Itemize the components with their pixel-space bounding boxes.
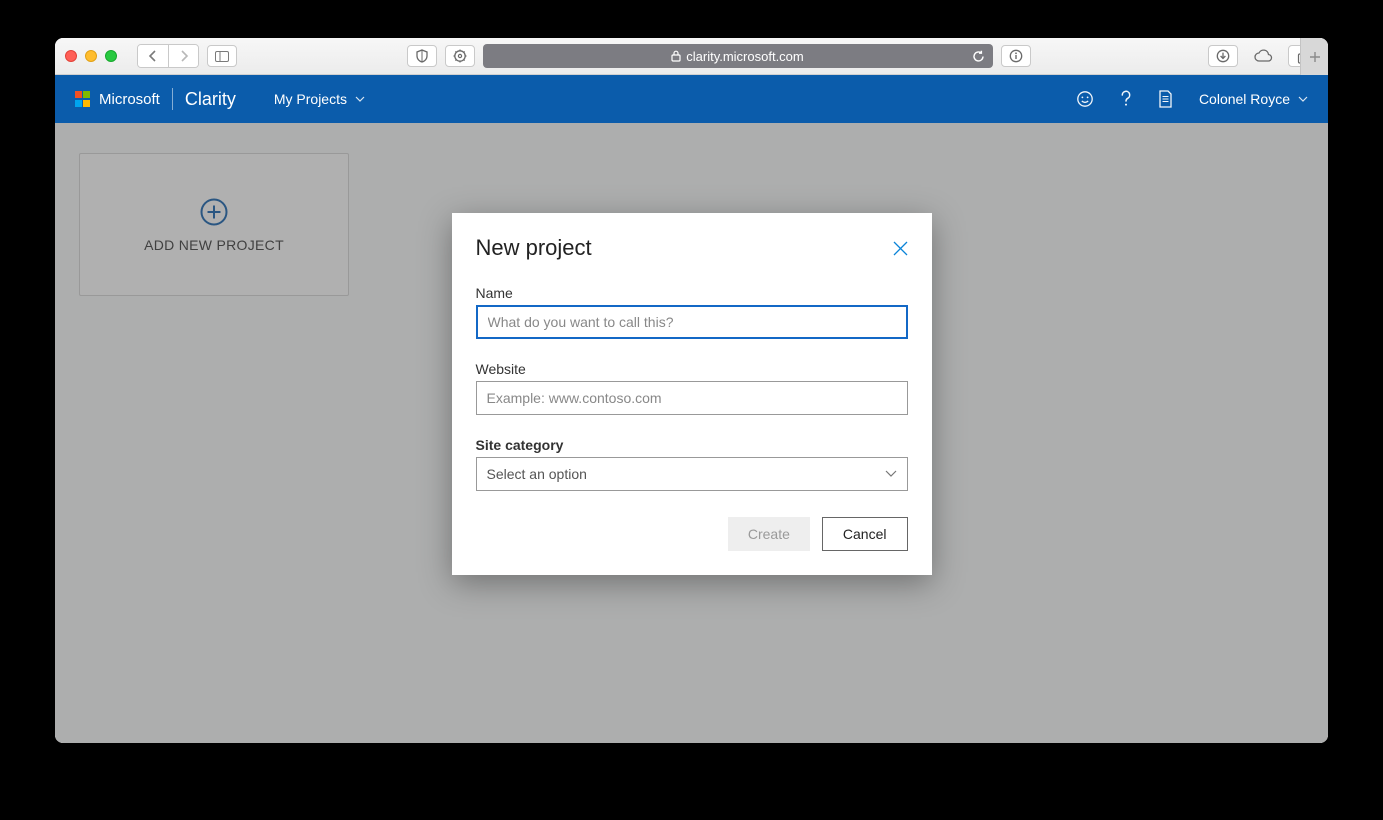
address-bar[interactable]: clarity.microsoft.com bbox=[483, 44, 993, 68]
new-project-modal: New project Name Website Site category S… bbox=[452, 213, 932, 575]
chevron-down-icon bbox=[355, 96, 365, 102]
app-header: Microsoft Clarity My Projects Colonel Ro… bbox=[55, 75, 1328, 123]
cloud-icon bbox=[1253, 49, 1273, 63]
my-projects-dropdown[interactable]: My Projects bbox=[274, 91, 365, 107]
user-menu[interactable]: Colonel Royce bbox=[1199, 91, 1308, 107]
back-button[interactable] bbox=[138, 45, 168, 67]
chevron-down-icon bbox=[885, 470, 897, 478]
question-icon bbox=[1120, 90, 1132, 108]
chevron-down-icon bbox=[1298, 96, 1308, 102]
microsoft-logo-icon bbox=[75, 91, 91, 107]
close-window-button[interactable] bbox=[65, 50, 77, 62]
sidebar-icon bbox=[215, 51, 229, 62]
lock-icon bbox=[671, 50, 681, 62]
help-button[interactable] bbox=[1120, 90, 1132, 108]
app-body: ADD NEW PROJECT New project Name Website… bbox=[55, 123, 1328, 743]
site-settings-button[interactable] bbox=[445, 45, 475, 67]
close-icon bbox=[893, 241, 908, 256]
website-input[interactable] bbox=[476, 381, 908, 415]
new-tab-button[interactable] bbox=[1300, 38, 1328, 75]
chevron-left-icon bbox=[148, 50, 158, 62]
create-button[interactable]: Create bbox=[728, 517, 810, 551]
modal-header: New project bbox=[476, 235, 908, 261]
cancel-button[interactable]: Cancel bbox=[822, 517, 908, 551]
gear-icon bbox=[453, 49, 467, 63]
name-label: Name bbox=[476, 285, 908, 301]
close-modal-button[interactable] bbox=[893, 241, 908, 256]
forward-button[interactable] bbox=[168, 45, 198, 67]
minimize-window-button[interactable] bbox=[85, 50, 97, 62]
category-placeholder: Select an option bbox=[487, 466, 587, 482]
brand-product: Clarity bbox=[185, 89, 236, 110]
url-text: clarity.microsoft.com bbox=[686, 49, 804, 64]
category-field: Site category Select an option bbox=[476, 437, 908, 491]
browser-titlebar: clarity.microsoft.com bbox=[55, 38, 1328, 75]
document-icon bbox=[1158, 90, 1173, 108]
maximize-window-button[interactable] bbox=[105, 50, 117, 62]
brand[interactable]: Microsoft Clarity bbox=[75, 88, 236, 110]
window-controls bbox=[65, 50, 117, 62]
name-input[interactable] bbox=[476, 305, 908, 339]
modal-title: New project bbox=[476, 235, 592, 261]
icloud-button[interactable] bbox=[1248, 45, 1278, 67]
download-icon bbox=[1216, 49, 1230, 63]
user-name: Colonel Royce bbox=[1199, 91, 1290, 107]
privacy-report-button[interactable] bbox=[1001, 45, 1031, 67]
modal-actions: Create Cancel bbox=[476, 517, 908, 551]
smiley-icon bbox=[1076, 90, 1094, 108]
feedback-button[interactable] bbox=[1076, 90, 1094, 108]
sidebar-toggle-button[interactable] bbox=[207, 45, 237, 67]
browser-window: clarity.microsoft.com bbox=[55, 38, 1328, 743]
plus-icon bbox=[1309, 51, 1321, 63]
chevron-right-icon bbox=[179, 50, 189, 62]
shield-icon bbox=[415, 49, 429, 63]
nav-label: My Projects bbox=[274, 91, 347, 107]
brand-separator bbox=[172, 88, 173, 110]
website-label: Website bbox=[476, 361, 908, 377]
history-nav bbox=[137, 44, 199, 68]
info-icon bbox=[1009, 49, 1023, 63]
category-select[interactable]: Select an option bbox=[476, 457, 908, 491]
website-field: Website bbox=[476, 361, 908, 415]
header-right: Colonel Royce bbox=[1076, 90, 1308, 108]
name-field: Name bbox=[476, 285, 908, 339]
docs-button[interactable] bbox=[1158, 90, 1173, 108]
category-label: Site category bbox=[476, 437, 908, 453]
reload-icon[interactable] bbox=[972, 50, 985, 63]
shield-button[interactable] bbox=[407, 45, 437, 67]
downloads-button[interactable] bbox=[1208, 45, 1238, 67]
brand-company: Microsoft bbox=[99, 91, 160, 108]
address-toolbar: clarity.microsoft.com bbox=[245, 44, 1192, 68]
